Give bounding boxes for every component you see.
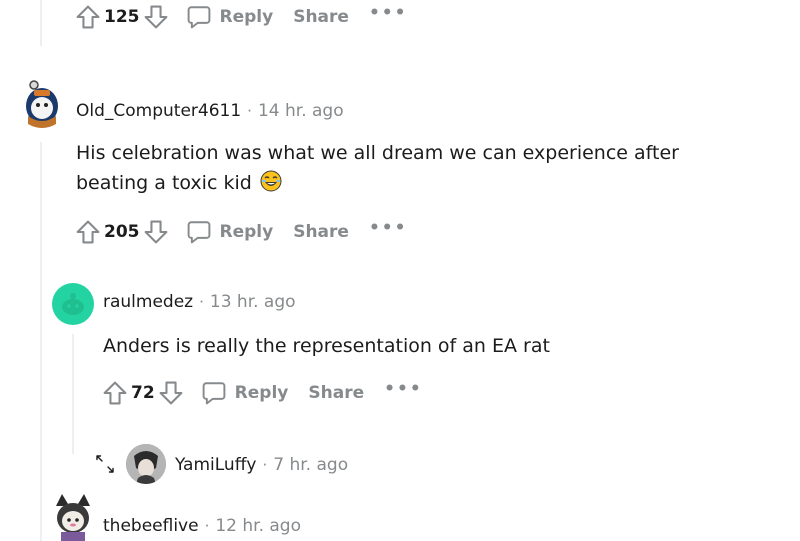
timestamp[interactable]: 13 hr. ago xyxy=(210,292,296,312)
speech-bubble-icon xyxy=(187,6,210,29)
meta-separator: · xyxy=(199,293,204,311)
username[interactable]: thebeeflive xyxy=(103,516,199,536)
timestamp[interactable]: 7 hr. ago xyxy=(273,455,348,475)
meta-separator: · xyxy=(204,517,210,535)
upvote-button[interactable] xyxy=(74,218,102,246)
timestamp[interactable]: 12 hr. ago xyxy=(215,516,301,536)
joy-emoji-icon xyxy=(260,170,282,192)
downvote-button[interactable] xyxy=(142,218,170,246)
avatar-yamiluffy[interactable] xyxy=(126,444,166,484)
avatar-old-computer[interactable] xyxy=(20,76,64,132)
downvote-button[interactable] xyxy=(157,379,185,407)
share-button[interactable]: Share xyxy=(308,383,364,403)
upvote-button[interactable] xyxy=(74,3,102,31)
upvote-arrow-icon xyxy=(76,5,100,29)
share-label: Share xyxy=(293,222,349,242)
reply-label: Reply xyxy=(219,7,274,27)
reply-button[interactable]: Reply xyxy=(186,219,274,245)
avatar-raulmedez[interactable] xyxy=(52,283,94,325)
thread-line-top[interactable] xyxy=(40,0,42,46)
username[interactable]: raulmedez xyxy=(103,292,193,312)
reply-label: Reply xyxy=(219,222,274,242)
speech-bubble-icon xyxy=(202,382,226,405)
meta-separator: · xyxy=(247,102,252,120)
comment-actions-top: 125 Reply Share ••• xyxy=(74,2,408,32)
comment-meta-raulmedez: raulmedez · 13 hr. ago xyxy=(103,292,296,312)
reply-button[interactable]: Reply xyxy=(186,4,274,30)
downvote-button[interactable] xyxy=(142,3,170,31)
username[interactable]: Old_Computer4611 xyxy=(76,101,241,121)
downvote-arrow-icon xyxy=(144,220,167,244)
score: 205 xyxy=(104,222,140,242)
comment-actions-old-computer: 205 Reply Share ••• xyxy=(74,217,408,247)
upvote-arrow-icon xyxy=(103,381,127,405)
downvote-arrow-icon xyxy=(144,5,167,29)
comment-meta-old-computer: Old_Computer4611 · 14 hr. ago xyxy=(76,101,344,121)
share-label: Share xyxy=(308,383,365,403)
share-button[interactable]: Share xyxy=(293,222,349,242)
reply-label: Reply xyxy=(234,383,289,403)
comment-body-raulmedez: Anders is really the representation of a… xyxy=(103,335,550,357)
timestamp[interactable]: 14 hr. ago xyxy=(258,101,344,121)
thread-line-old-computer[interactable] xyxy=(40,142,42,541)
score: 125 xyxy=(104,7,140,27)
comment-body-old-computer: His celebration was what we all dream we… xyxy=(76,138,736,198)
avatar-thebeeflive[interactable] xyxy=(52,492,94,541)
meta-separator: · xyxy=(262,456,268,474)
speech-bubble-icon xyxy=(187,221,210,244)
score: 72 xyxy=(131,383,155,403)
more-options-button[interactable]: ••• xyxy=(384,381,423,402)
comment-body-line: His celebration was what we all dream we… xyxy=(76,142,679,164)
downvote-arrow-icon xyxy=(159,381,183,405)
share-label: Share xyxy=(293,7,349,27)
username[interactable]: YamiLuffy xyxy=(175,455,256,475)
reply-button[interactable]: Reply xyxy=(201,380,289,406)
share-button[interactable]: Share xyxy=(293,7,349,27)
expand-arrows-icon[interactable] xyxy=(94,453,116,475)
upvote-button[interactable] xyxy=(101,379,129,407)
comment-meta-yamiluffy: YamiLuffy · 7 hr. ago xyxy=(175,455,348,475)
upvote-arrow-icon xyxy=(76,220,100,244)
more-options-button[interactable]: ••• xyxy=(369,5,408,26)
thread-line-raulmedez[interactable] xyxy=(72,334,74,454)
more-options-button[interactable]: ••• xyxy=(369,220,408,241)
comment-actions-raulmedez: 72 Reply Share ••• xyxy=(101,378,423,408)
comment-body-text: beating a toxic kid xyxy=(76,172,252,194)
comment-body-line: beating a toxic kid xyxy=(76,168,736,198)
comment-meta-thebeeflive: thebeeflive · 12 hr. ago xyxy=(103,516,301,536)
